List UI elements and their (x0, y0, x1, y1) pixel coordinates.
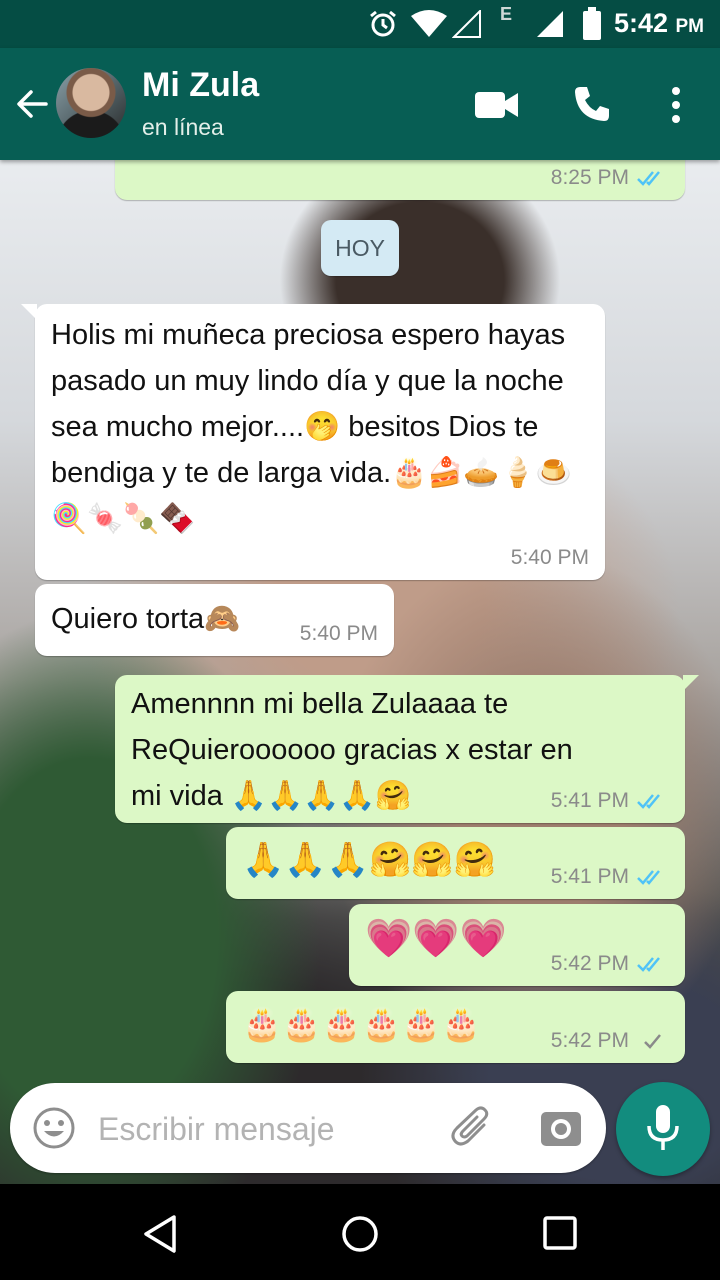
chat-area[interactable]: 8:25 PM HOY Holis mi muñeca preciosa esp… (0, 160, 720, 1184)
message-time: 5:42 PM (550, 952, 629, 975)
network-type-indicator: E (500, 4, 513, 24)
message-bubble-incoming[interactable]: Quiero torta🙈 5:40 PM (35, 584, 394, 656)
phone-call-icon[interactable] (572, 84, 612, 124)
video-call-icon[interactable] (474, 90, 520, 120)
double-check-icon (637, 957, 660, 972)
date-divider: HOY (321, 220, 399, 276)
message-time: 5:41 PM (550, 789, 629, 812)
alarm-icon (370, 10, 396, 37)
back-arrow-icon[interactable] (14, 86, 50, 122)
bubble-tail (21, 304, 37, 320)
message-bubble-incoming[interactable]: Holis mi muñeca preciosa espero hayas pa… (21, 304, 605, 580)
message-time: 8:25 PM (550, 166, 629, 189)
contact-status: en línea (142, 114, 224, 140)
nav-recents-icon[interactable] (542, 1215, 578, 1251)
mic-icon (647, 1105, 679, 1150)
double-check-icon (637, 171, 660, 186)
message-bubble-outgoing[interactable]: 🙏🙏🙏🤗🤗🤗 5:41 PM (226, 827, 685, 899)
more-options-icon[interactable] (666, 86, 686, 126)
bubble-tail (683, 675, 699, 691)
wifi-icon (411, 10, 447, 37)
mobile-signal-icon (537, 11, 563, 37)
camera-icon[interactable] (540, 1108, 582, 1148)
signal-icon (452, 10, 481, 38)
message-text: Holis mi muñeca preciosa espero hayas pa… (51, 319, 572, 535)
avatar[interactable] (56, 68, 126, 138)
voice-record-button[interactable] (616, 1082, 710, 1176)
attach-icon[interactable] (450, 1105, 496, 1151)
status-time: 5:42 PM (613, 8, 704, 38)
double-check-icon (637, 794, 660, 809)
message-bubble-outgoing[interactable]: 🎂🎂🎂🎂🎂🎂 5:42 PM (226, 991, 685, 1063)
single-check-icon (644, 1034, 661, 1049)
message-time: 5:40 PM (510, 546, 589, 569)
message-time: 5:41 PM (550, 865, 629, 888)
message-time: 5:40 PM (299, 622, 378, 645)
nav-home-icon[interactable] (340, 1214, 380, 1254)
message-bubble-outgoing[interactable]: 💗💗💗 5:42 PM (349, 904, 685, 986)
status-bar: E 5:42 PM (0, 0, 720, 48)
message-bubble-outgoing[interactable]: Amennnn mi bella Zulaaaa te ReQuierooooo… (115, 675, 699, 823)
message-bubble-outgoing-previous[interactable]: 8:25 PM (115, 160, 685, 200)
system-nav-bar (0, 1184, 720, 1280)
message-input[interactable] (96, 1103, 400, 1155)
double-check-icon (637, 870, 660, 885)
message-composer (10, 1083, 606, 1173)
contact-name[interactable]: Mi Zula (142, 66, 259, 105)
chat-header: Mi Zula en línea (0, 48, 720, 160)
emoji-icon[interactable] (32, 1106, 76, 1150)
battery-icon (583, 7, 601, 40)
nav-back-icon[interactable] (142, 1214, 178, 1254)
message-time: 5:42 PM (550, 1029, 629, 1052)
